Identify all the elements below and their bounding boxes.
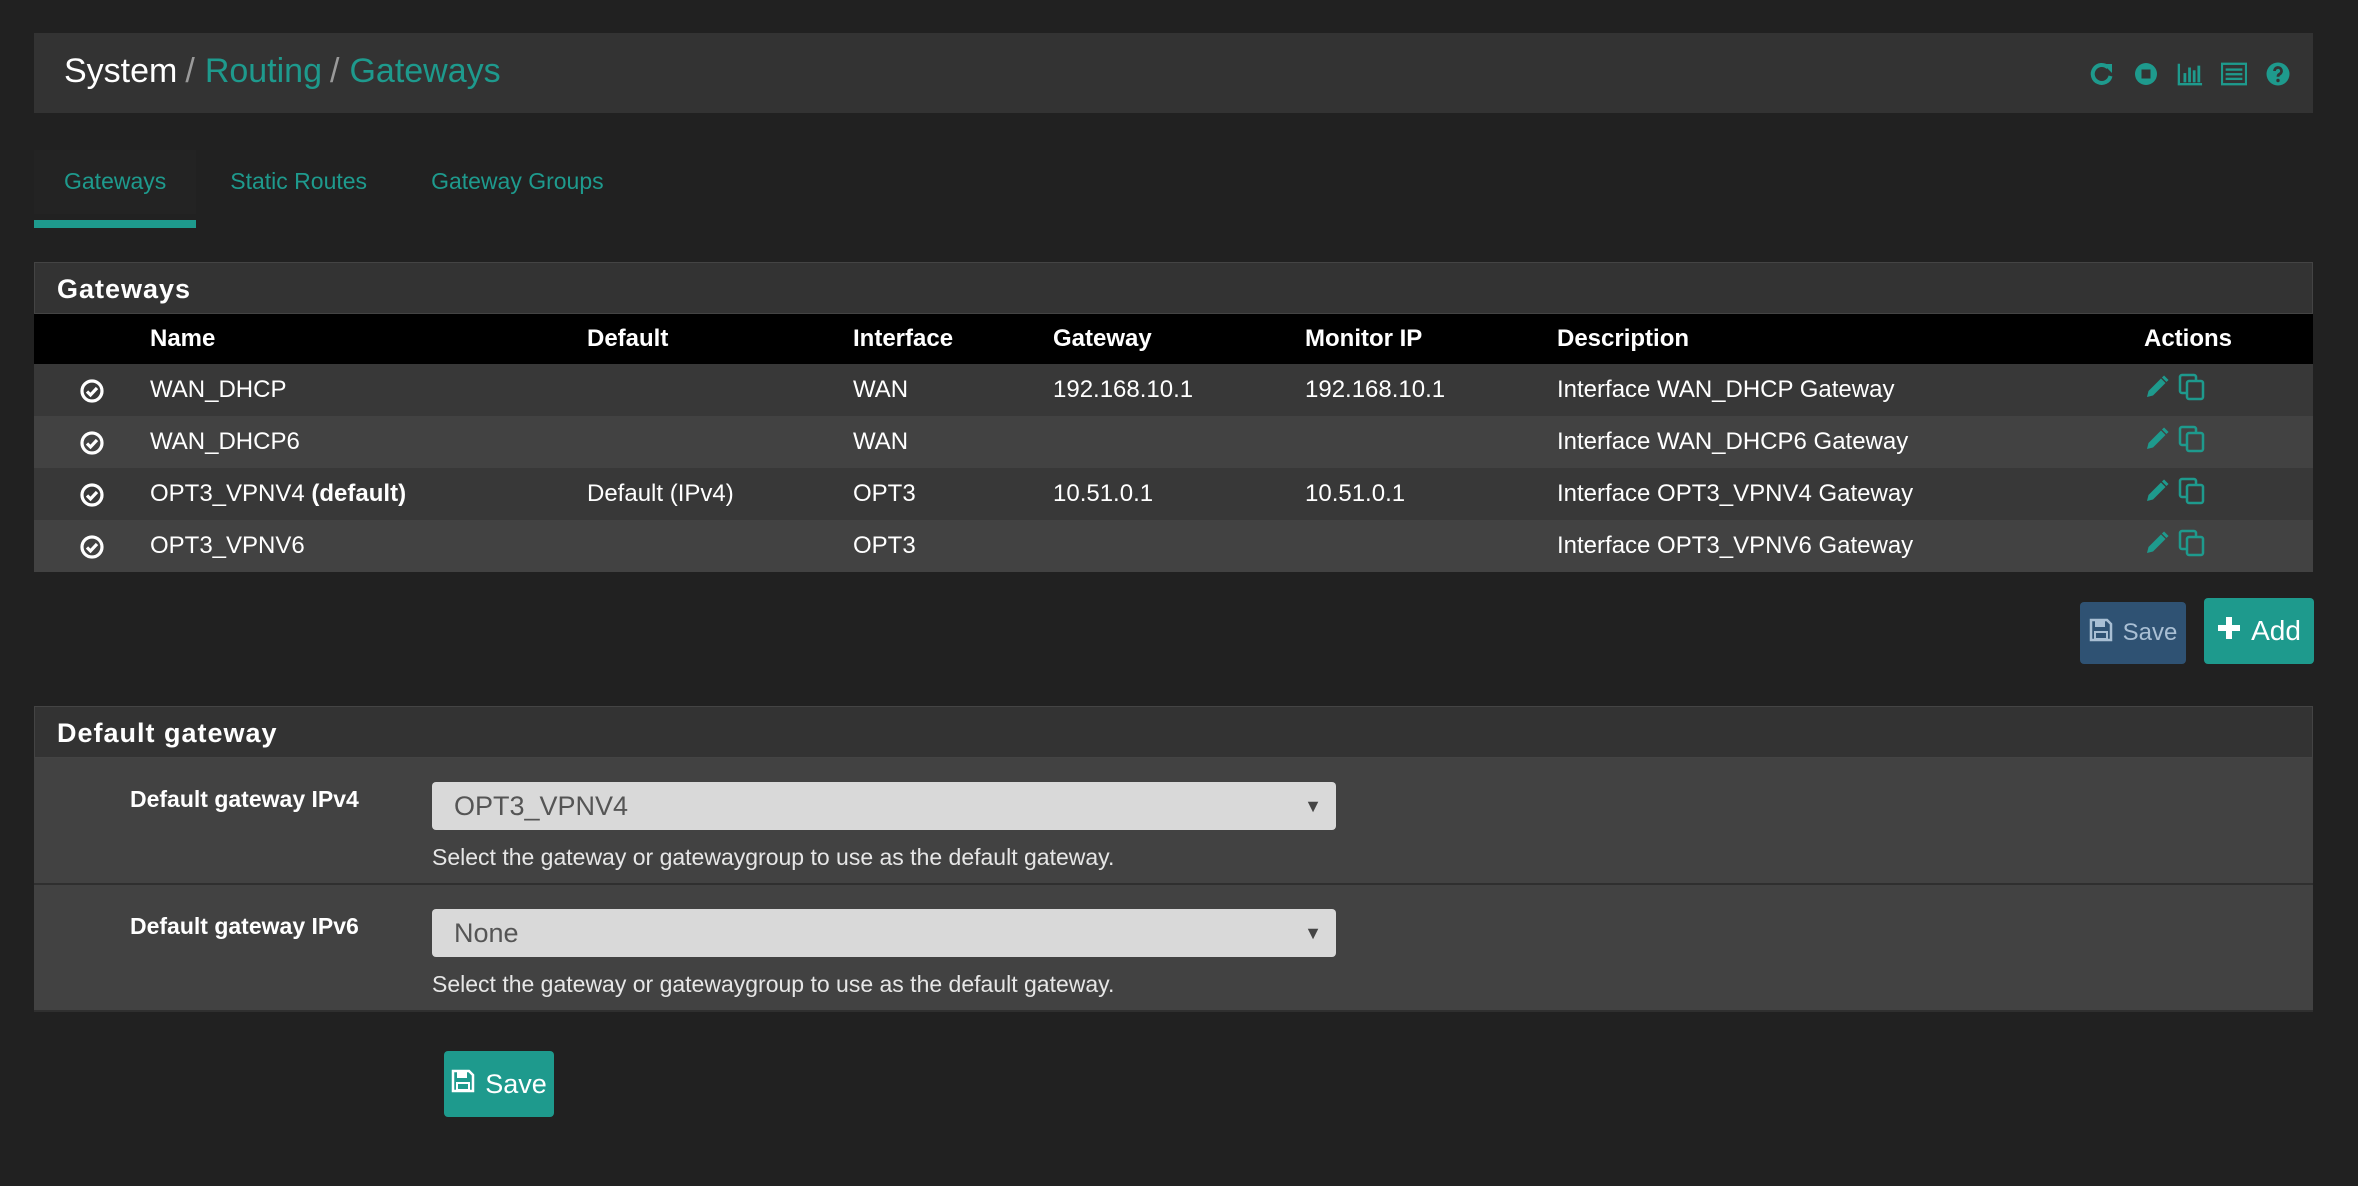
copy-icon[interactable]	[2178, 373, 2206, 408]
panel-title: Gateways	[34, 262, 2313, 314]
ipv6-form-row: Default gateway IPv6 None ▼ Select the g…	[34, 885, 2313, 1012]
gateway-interface: WAN	[853, 364, 1053, 416]
table-row: WAN_DHCP WAN 192.168.10.1 192.168.10.1 I…	[34, 364, 2313, 416]
selected-value: OPT3_VPNV4	[454, 791, 629, 821]
check-circle-icon	[79, 430, 105, 456]
gateway-monitor-ip	[1305, 520, 1557, 572]
breadcrumb-gateways[interactable]: Gateways	[349, 52, 500, 90]
gateway-description: Interface OPT3_VPNV6 Gateway	[1557, 520, 2144, 572]
gateway-description: Interface WAN_DHCP Gateway	[1557, 364, 2144, 416]
dropdown-arrow-icon: ▼	[1304, 923, 1322, 943]
header-icons	[2089, 61, 2291, 87]
gateways-table: Name Default Interface Gateway Monitor I…	[34, 314, 2313, 572]
copy-icon[interactable]	[2178, 477, 2206, 512]
ipv4-form-row: Default gateway IPv4 OPT3_VPNV4 ▼ Select…	[34, 758, 2313, 885]
gateway-name: OPT3_VPNV6	[150, 520, 587, 572]
gateway-default	[587, 416, 853, 468]
table-row: OPT3_VPNV6 OPT3 Interface OPT3_VPNV6 Gat…	[34, 520, 2313, 572]
default-gateway-panel: Default gateway Default gateway IPv4 OPT…	[34, 706, 2313, 1012]
chart-icon[interactable]	[2177, 61, 2203, 87]
table-row: OPT3_VPNV4 (default) Default (IPv4) OPT3…	[34, 468, 2313, 520]
copy-icon[interactable]	[2178, 529, 2206, 564]
column-header-actions: Actions	[2144, 314, 2313, 364]
column-header-description[interactable]: Description	[1557, 314, 2144, 364]
column-header-interface[interactable]: Interface	[853, 314, 1053, 364]
table-header-row: Name Default Interface Gateway Monitor I…	[34, 314, 2313, 364]
gateway-address: 192.168.10.1	[1053, 364, 1305, 416]
plus-icon	[2217, 615, 2241, 647]
gateway-description: Interface OPT3_VPNV4 Gateway	[1557, 468, 2144, 520]
edit-pencil-icon[interactable]	[2144, 478, 2170, 511]
dropdown-arrow-icon: ▼	[1304, 796, 1322, 816]
tab-static-routes[interactable]: Static Routes	[196, 150, 397, 214]
check-circle-icon	[79, 482, 105, 508]
gateway-default	[587, 364, 853, 416]
gateways-panel: Gateways Name Default Interface Gateway …	[34, 262, 2313, 572]
floppy-disk-icon	[2089, 618, 2113, 649]
gateway-address	[1053, 416, 1305, 468]
save-button[interactable]: Save	[444, 1051, 554, 1117]
gateway-address	[1053, 520, 1305, 572]
stop-icon[interactable]	[2133, 61, 2159, 87]
tab-gateway-groups[interactable]: Gateway Groups	[397, 150, 634, 214]
copy-icon[interactable]	[2178, 425, 2206, 460]
column-header-status	[34, 314, 150, 364]
gateway-name: WAN_DHCP	[150, 364, 587, 416]
gateway-name: WAN_DHCP6	[150, 416, 587, 468]
edit-pencil-icon[interactable]	[2144, 426, 2170, 459]
gateway-interface: OPT3	[853, 520, 1053, 572]
selected-value: None	[454, 918, 519, 948]
gateway-default	[587, 520, 853, 572]
edit-pencil-icon[interactable]	[2144, 374, 2170, 407]
breadcrumb-routing[interactable]: Routing	[205, 52, 322, 90]
breadcrumb-separator: /	[185, 52, 195, 90]
help-icon[interactable]	[2265, 61, 2291, 87]
column-header-gateway[interactable]: Gateway	[1053, 314, 1305, 364]
ipv4-label: Default gateway IPv4	[130, 786, 359, 812]
table-row: WAN_DHCP6 WAN Interface WAN_DHCP6 Gatewa…	[34, 416, 2313, 468]
help-text: Select the gateway or gatewaygroup to us…	[432, 971, 1115, 997]
save-order-button[interactable]: Save	[2080, 602, 2186, 664]
save-button-label: Save	[485, 1068, 547, 1099]
edit-pencil-icon[interactable]	[2144, 530, 2170, 563]
gateway-name: OPT3_VPNV4	[150, 480, 305, 507]
page-header: System / Routing / Gateways	[34, 33, 2313, 113]
default-marker: (default)	[311, 480, 407, 507]
column-header-monitor-ip[interactable]: Monitor IP	[1305, 314, 1557, 364]
list-icon[interactable]	[2221, 61, 2247, 87]
add-gateway-button[interactable]: Add	[2204, 598, 2314, 664]
ipv6-label: Default gateway IPv6	[130, 913, 359, 939]
gateway-interface: WAN	[853, 416, 1053, 468]
gateway-monitor-ip	[1305, 416, 1557, 468]
gateway-address: 10.51.0.1	[1053, 468, 1305, 520]
floppy-disk-icon	[451, 1069, 475, 1100]
default-gateway-ipv4-select[interactable]: OPT3_VPNV4 ▼	[432, 782, 1336, 830]
panel-title: Default gateway	[34, 706, 2313, 758]
column-header-default[interactable]: Default	[587, 314, 853, 364]
breadcrumb-separator: /	[330, 52, 340, 90]
check-circle-icon	[79, 378, 105, 404]
gateway-description: Interface WAN_DHCP6 Gateway	[1557, 416, 2144, 468]
gateway-default: Default (IPv4)	[587, 468, 853, 520]
check-circle-icon	[79, 534, 105, 560]
default-gateway-ipv6-select[interactable]: None ▼	[432, 909, 1336, 957]
reload-icon[interactable]	[2089, 61, 2115, 87]
gateway-interface: OPT3	[853, 468, 1053, 520]
breadcrumb: System / Routing / Gateways	[64, 51, 501, 91]
gateway-monitor-ip: 10.51.0.1	[1305, 468, 1557, 520]
column-header-name[interactable]: Name	[150, 314, 587, 364]
gateway-monitor-ip: 192.168.10.1	[1305, 364, 1557, 416]
add-button-label: Add	[2251, 615, 2301, 646]
tab-gateways[interactable]: Gateways	[34, 150, 197, 228]
breadcrumb-system: System	[64, 52, 178, 90]
help-text: Select the gateway or gatewaygroup to us…	[432, 844, 1115, 870]
save-button-label: Save	[2122, 619, 2178, 646]
tab-bar: Gateways Static Routes Gateway Groups	[34, 150, 634, 232]
